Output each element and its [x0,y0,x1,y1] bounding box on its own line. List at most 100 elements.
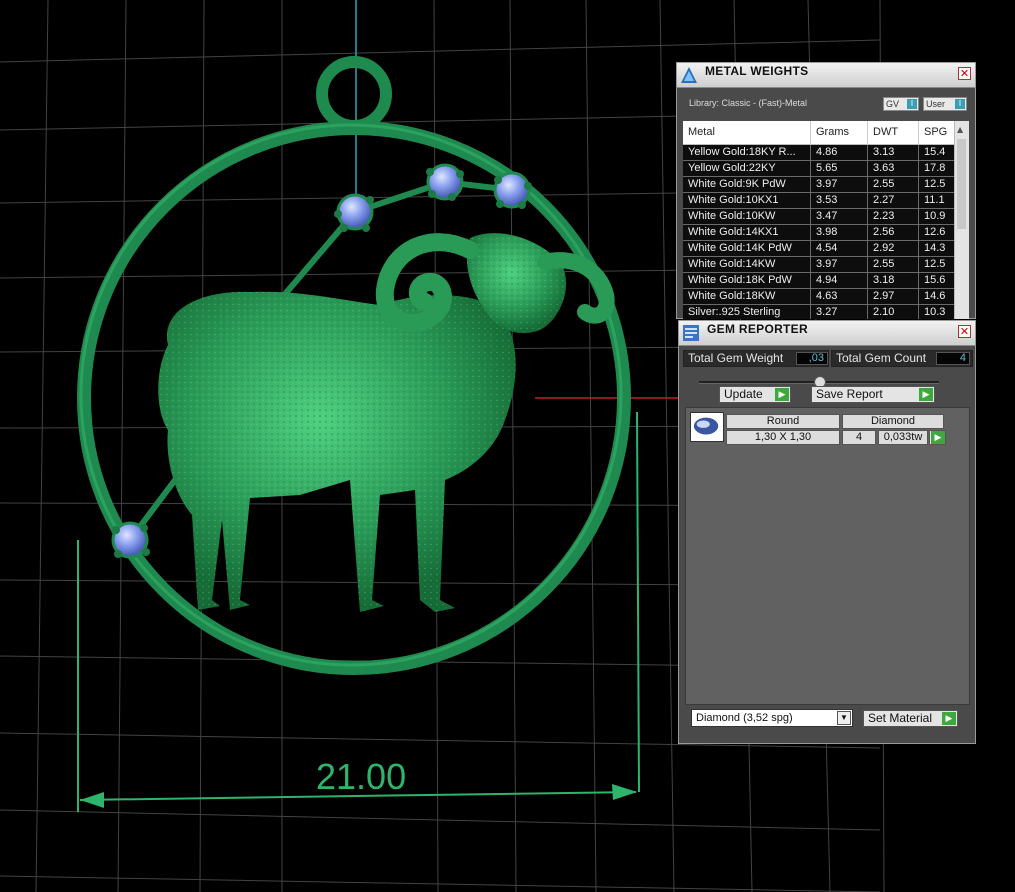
user-toggle[interactable]: User I [923,97,967,111]
cell-metal: White Gold:14K PdW [683,241,811,256]
gem-material-cell: Diamond [842,414,944,429]
chevron-down-icon[interactable]: ▼ [837,711,851,725]
table-row[interactable]: Yellow Gold:18KY R... 4.86 3.13 15.4 [683,145,969,161]
close-icon[interactable]: ✕ [958,325,971,338]
cell-grams: 3.47 [811,209,868,224]
cell-grams: 3.27 [811,305,868,319]
cell-spg: 14.3 [919,241,955,256]
gem-thumbnail[interactable] [690,412,724,442]
total-gem-count-value: 4 [936,352,970,365]
cell-spg: 15.6 [919,273,955,288]
gem-shape-cell: Round [726,414,840,429]
cell-metal: White Gold:10KX1 [683,193,811,208]
metal-weights-title: METAL WEIGHTS [705,64,809,78]
gem-size-cell: 1,30 X 1,30 [726,430,840,445]
cell-grams: 5.65 [811,161,868,176]
material-select[interactable]: Diamond (3,52 spg) ▼ [691,709,853,727]
cell-grams: 4.86 [811,145,868,160]
cell-dwt: 2.55 [868,257,919,272]
table-row[interactable]: Yellow Gold:22KY 5.65 3.63 17.8 [683,161,969,177]
play-icon: ▶ [919,388,933,401]
table-row[interactable]: White Gold:10KW 3.47 2.23 10.9 [683,209,969,225]
table-row[interactable]: White Gold:9K PdW 3.97 2.55 12.5 [683,177,969,193]
table-row[interactable]: White Gold:14K PdW 4.54 2.92 14.3 [683,241,969,257]
cell-grams: 3.97 [811,177,868,192]
table-row[interactable]: White Gold:14KX1 3.98 2.56 12.6 [683,225,969,241]
total-gem-count-field: Total Gem Count 4 [831,350,973,367]
gem-qty-cell: 4 [842,430,876,445]
total-gem-weight-value: ,03 [796,352,828,365]
cell-grams: 3.97 [811,257,868,272]
cell-dwt: 2.10 [868,305,919,319]
cell-metal: Yellow Gold:18KY R... [683,145,811,160]
metal-weights-panel: METAL WEIGHTS ✕ Library: Classic - (Fast… [676,62,976,319]
table-row[interactable]: White Gold:18KW 4.63 2.97 14.6 [683,289,969,305]
column-header-metal[interactable]: Metal [683,121,811,144]
cell-spg: 14.6 [919,289,955,304]
cell-dwt: 2.56 [868,225,919,240]
cell-spg: 12.5 [919,257,955,272]
cell-spg: 15.4 [919,145,955,160]
cell-metal: Silver:.925 Sterling [683,305,811,319]
cell-metal: White Gold:10KW [683,209,811,224]
cell-dwt: 3.18 [868,273,919,288]
metal-table-scrollbar[interactable]: ▲ [954,121,969,319]
gem-reporter-panel: GEM REPORTER ✕ Total Gem Weight ,03 Tota… [678,320,976,744]
column-header-grams[interactable]: Grams [811,121,868,144]
table-row[interactable]: White Gold:18K PdW 4.94 3.18 15.6 [683,273,969,289]
cell-grams: 3.53 [811,193,868,208]
cell-grams: 4.63 [811,289,868,304]
cell-metal: White Gold:14KW [683,257,811,272]
cell-grams: 4.54 [811,241,868,256]
library-label: Library: Classic - (Fast)-Metal [689,98,808,108]
set-material-button[interactable]: Set Material ▶ [863,710,958,727]
cell-metal: White Gold:14KX1 [683,225,811,240]
cell-dwt: 2.23 [868,209,919,224]
toggle-knob-icon: I [907,99,917,109]
cell-metal: White Gold:9K PdW [683,177,811,192]
table-row[interactable]: White Gold:10KX1 3.53 2.27 11.1 [683,193,969,209]
table-row[interactable]: Silver:.925 Sterling 3.27 2.10 10.3 [683,305,969,319]
cell-dwt: 3.13 [868,145,919,160]
cell-metal: White Gold:18K PdW [683,273,811,288]
cell-metal: White Gold:18KW [683,289,811,304]
cell-spg: 10.9 [919,209,955,224]
cell-dwt: 2.27 [868,193,919,208]
play-icon: ▶ [775,388,789,401]
cell-spg: 12.5 [919,177,955,192]
scale-icon [681,67,697,83]
cell-spg: 12.6 [919,225,955,240]
cell-grams: 3.98 [811,225,868,240]
gem-reporter-titlebar[interactable]: GEM REPORTER ✕ [679,321,975,346]
column-header-dwt[interactable]: DWT [868,121,919,144]
play-icon: ▶ [931,431,945,444]
cell-grams: 4.94 [811,273,868,288]
metal-weights-titlebar[interactable]: METAL WEIGHTS ✕ [677,63,975,88]
gem-reporter-title: GEM REPORTER [707,322,808,336]
metal-table-header: Metal Grams DWT SPG [683,121,969,145]
column-header-spg[interactable]: SPG [919,121,955,144]
cell-spg: 10.3 [919,305,955,319]
cell-dwt: 2.97 [868,289,919,304]
save-report-button[interactable]: Save Report ▶ [811,386,935,403]
update-button[interactable]: Update ▶ [719,386,791,403]
diamond-icon [693,417,719,435]
toggle-knob-icon: I [955,99,965,109]
gem-weight-cell: 0,033tw [878,430,928,445]
cell-spg: 11.1 [919,193,955,208]
cell-spg: 17.8 [919,161,955,176]
scroll-thumb[interactable] [957,139,966,229]
cell-dwt: 3.63 [868,161,919,176]
close-icon[interactable]: ✕ [958,67,971,80]
gv-toggle[interactable]: GV I [883,97,919,111]
cell-metal: Yellow Gold:22KY [683,161,811,176]
play-icon: ▶ [942,712,956,725]
table-row[interactable]: White Gold:14KW 3.97 2.55 12.5 [683,257,969,273]
report-icon [683,325,699,341]
gem-row-go-button[interactable]: ▶ [929,430,946,445]
gem-list[interactable]: Round Diamond 1,30 X 1,30 4 0,033tw ▶ [685,407,970,705]
scroll-up-icon[interactable]: ▲ [957,125,963,134]
cell-dwt: 2.92 [868,241,919,256]
total-gem-weight-field: Total Gem Weight ,03 [683,350,829,367]
metal-table[interactable]: Metal Grams DWT SPG Yellow Gold:18KY R..… [683,121,969,319]
